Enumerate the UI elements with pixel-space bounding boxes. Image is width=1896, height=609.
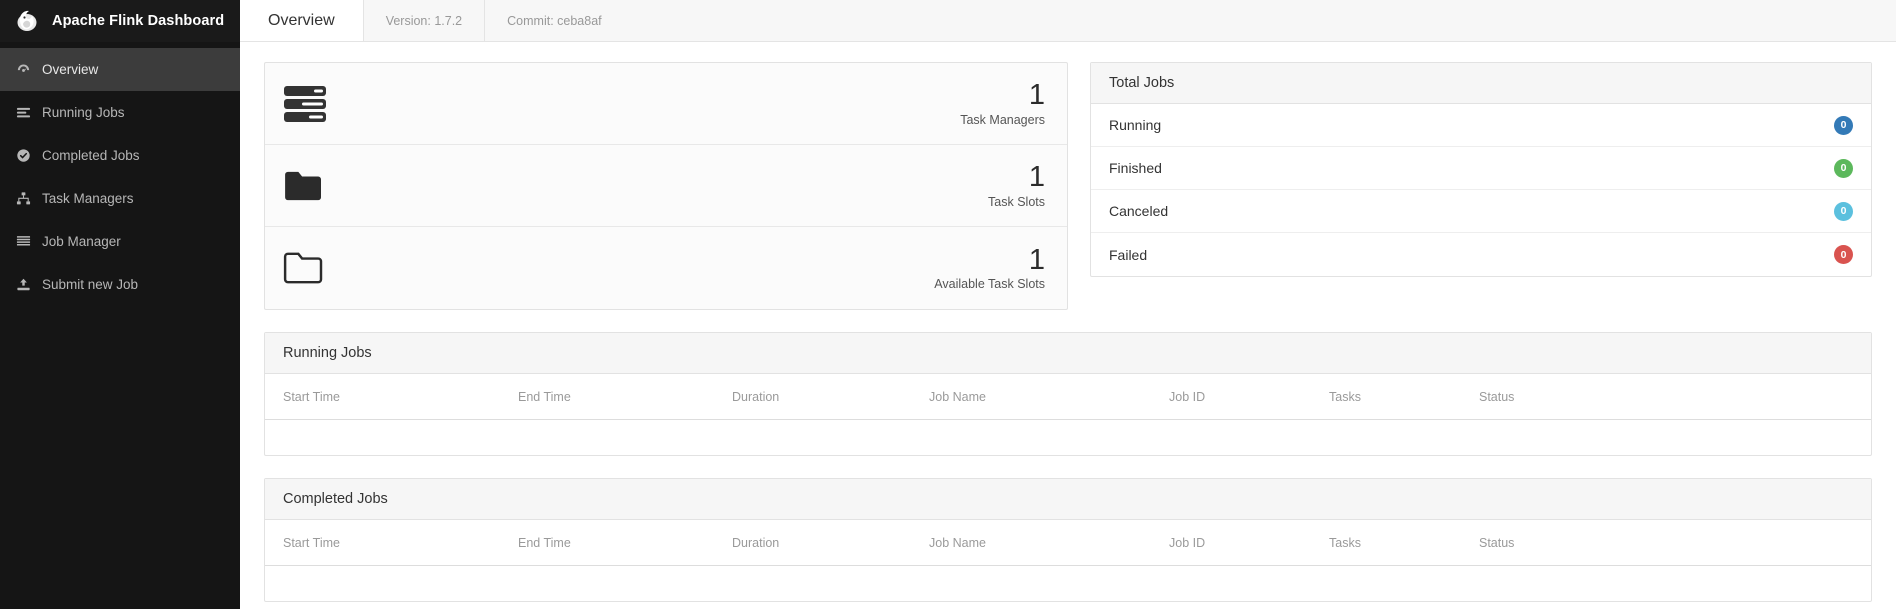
- content-area: 1 Task Managers 1 Task Slots: [240, 42, 1896, 602]
- metric-text: 1 Task Slots: [343, 162, 1045, 208]
- status-badge: 0: [1834, 202, 1853, 221]
- sidebar-item-label: Running Jobs: [42, 105, 125, 120]
- check-circle-icon: [16, 148, 31, 163]
- main-content: Overview Version: 1.7.2 Commit: ceba8af: [240, 0, 1896, 609]
- server-stack-icon: [283, 85, 343, 123]
- panel-title: Completed Jobs: [265, 479, 1871, 520]
- column-header[interactable]: Job ID: [1169, 390, 1329, 404]
- metric-text: 1 Task Managers: [343, 80, 1045, 126]
- upload-icon: [16, 277, 31, 292]
- column-header[interactable]: Job Name: [929, 536, 1169, 550]
- sidebar-item-label: Submit new Job: [42, 277, 138, 292]
- version-label: Version: 1.7.2: [364, 0, 485, 41]
- flink-squirrel-logo: [14, 8, 40, 34]
- folder-outline-icon: [283, 251, 343, 285]
- sidebar-item-completed-jobs[interactable]: Completed Jobs: [0, 134, 240, 177]
- table-header: Start Time End Time Duration Job Name Jo…: [265, 520, 1871, 566]
- topbar: Overview Version: 1.7.2 Commit: ceba8af: [240, 0, 1896, 42]
- running-jobs-panel: Running Jobs Start Time End Time Duratio…: [264, 332, 1872, 456]
- total-jobs-row-failed: Failed 0: [1091, 233, 1871, 276]
- sidebar-item-job-manager[interactable]: Job Manager: [0, 220, 240, 263]
- column-header[interactable]: End Time: [518, 390, 732, 404]
- sidebar: Apache Flink Dashboard Overview: [0, 0, 240, 609]
- dashboard-icon: [16, 62, 31, 77]
- sidebar-item-running-jobs[interactable]: Running Jobs: [0, 91, 240, 134]
- server-list-icon: [16, 234, 31, 249]
- total-jobs-panel: Total Jobs Running 0 Finished 0 Canceled…: [1090, 62, 1872, 277]
- table-body-empty: [265, 566, 1871, 601]
- status-badge: 0: [1834, 116, 1853, 135]
- panel-title: Running Jobs: [265, 333, 1871, 374]
- metric-value: 1: [343, 80, 1045, 110]
- completed-jobs-panel: Completed Jobs Start Time End Time Durat…: [264, 478, 1872, 602]
- column-header[interactable]: Start Time: [283, 390, 518, 404]
- brand-title: Apache Flink Dashboard: [52, 13, 224, 29]
- table-header: Start Time End Time Duration Job Name Jo…: [265, 374, 1871, 420]
- metric-label: Task Managers: [343, 113, 1045, 127]
- column-header[interactable]: Duration: [732, 536, 929, 550]
- metric-label: Task Slots: [343, 195, 1045, 209]
- row-label: Failed: [1109, 247, 1834, 263]
- tab-overview[interactable]: Overview: [240, 0, 364, 41]
- metric-available-task-slots: 1 Available Task Slots: [265, 227, 1067, 309]
- summary-row: 1 Task Managers 1 Task Slots: [264, 62, 1872, 310]
- row-label: Finished: [1109, 160, 1834, 176]
- sidebar-item-label: Job Manager: [42, 234, 121, 249]
- cluster-metrics-panel: 1 Task Managers 1 Task Slots: [264, 62, 1068, 310]
- sidebar-item-overview[interactable]: Overview: [0, 48, 240, 91]
- sidebar-item-task-managers[interactable]: Task Managers: [0, 177, 240, 220]
- metric-text: 1 Available Task Slots: [343, 245, 1045, 291]
- column-header[interactable]: Job Name: [929, 390, 1169, 404]
- column-header[interactable]: Start Time: [283, 536, 518, 550]
- status-badge: 0: [1834, 245, 1853, 264]
- metric-task-managers: 1 Task Managers: [265, 63, 1067, 145]
- metric-label: Available Task Slots: [343, 277, 1045, 291]
- column-header[interactable]: End Time: [518, 536, 732, 550]
- column-header[interactable]: Duration: [732, 390, 929, 404]
- total-jobs-row-running: Running 0: [1091, 104, 1871, 147]
- sidebar-item-label: Task Managers: [42, 191, 134, 206]
- brand-header[interactable]: Apache Flink Dashboard: [0, 0, 240, 42]
- sidebar-item-label: Overview: [42, 62, 98, 77]
- total-jobs-row-canceled: Canceled 0: [1091, 190, 1871, 233]
- table-body-empty: [265, 420, 1871, 455]
- column-header[interactable]: Status: [1479, 390, 1853, 404]
- column-header[interactable]: Tasks: [1329, 390, 1479, 404]
- flink-dashboard: Apache Flink Dashboard Overview: [0, 0, 1896, 609]
- sidebar-item-submit-new-job[interactable]: Submit new Job: [0, 263, 240, 306]
- commit-label: Commit: ceba8af: [485, 0, 623, 41]
- column-header[interactable]: Status: [1479, 536, 1853, 550]
- list-bars-icon: [16, 105, 31, 120]
- total-jobs-row-finished: Finished 0: [1091, 147, 1871, 190]
- sidebar-nav: Overview Running Jobs: [0, 42, 240, 306]
- metric-value: 1: [343, 245, 1045, 275]
- status-badge: 0: [1834, 159, 1853, 178]
- column-header[interactable]: Tasks: [1329, 536, 1479, 550]
- column-header[interactable]: Job ID: [1169, 536, 1329, 550]
- sidebar-item-label: Completed Jobs: [42, 148, 140, 163]
- metric-value: 1: [343, 162, 1045, 192]
- row-label: Canceled: [1109, 203, 1834, 219]
- folder-filled-icon: [283, 169, 343, 203]
- row-label: Running: [1109, 117, 1834, 133]
- panel-title: Total Jobs: [1091, 63, 1871, 104]
- metric-task-slots: 1 Task Slots: [265, 145, 1067, 227]
- sitemap-icon: [16, 191, 31, 206]
